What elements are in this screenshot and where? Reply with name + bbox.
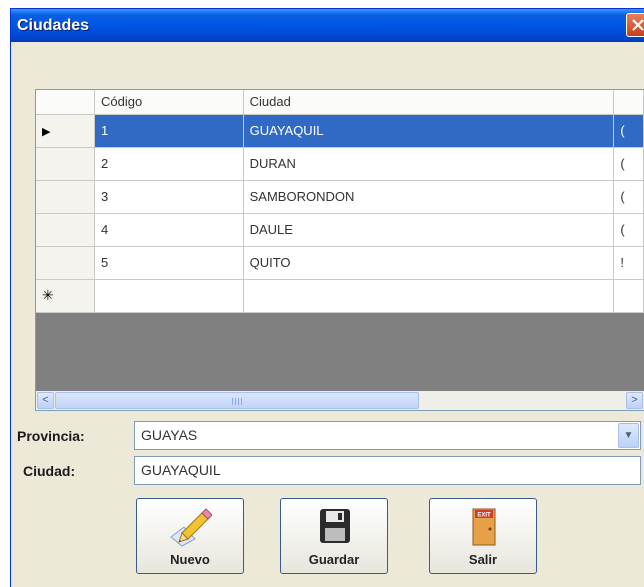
guardar-button[interactable]: Guardar bbox=[280, 498, 388, 574]
pencil-icon bbox=[170, 508, 212, 547]
cell-codigo[interactable]: 5 bbox=[94, 246, 244, 280]
scroll-right-icon: > bbox=[631, 394, 638, 406]
table-row[interactable]: 3 SAMBORONDON ( bbox=[36, 180, 644, 214]
cell-extra[interactable]: ( bbox=[613, 147, 644, 181]
table-row[interactable]: 4 DAULE ( bbox=[36, 213, 644, 247]
ciudad-label: Ciudad: bbox=[23, 463, 76, 479]
cell-codigo[interactable]: 1 bbox=[94, 114, 244, 148]
row-header[interactable] bbox=[36, 147, 96, 181]
dropdown-arrow-icon: ▼ bbox=[623, 430, 634, 441]
row-header[interactable]: ▶ bbox=[36, 114, 96, 148]
column-header-extra[interactable] bbox=[613, 90, 644, 115]
cell-extra[interactable]: ( bbox=[613, 180, 644, 214]
guardar-label: Guardar bbox=[308, 552, 360, 567]
row-header[interactable] bbox=[36, 213, 96, 247]
cell-extra[interactable]: ( bbox=[613, 213, 644, 247]
table-row[interactable]: 5 QUITO ! bbox=[36, 246, 644, 280]
table-row[interactable]: 2 DURAN ( bbox=[36, 147, 644, 181]
column-header-ciudad[interactable]: Ciudad bbox=[243, 90, 615, 115]
row-header[interactable] bbox=[36, 246, 96, 280]
cell-codigo[interactable]: 4 bbox=[94, 213, 244, 247]
scroll-thumb[interactable] bbox=[55, 392, 419, 409]
provincia-select[interactable]: GUAYAS ▼ bbox=[134, 421, 641, 450]
window-title: Ciudades bbox=[17, 17, 90, 34]
cell-extra[interactable]: ( bbox=[613, 114, 644, 148]
grid-corner-header bbox=[36, 90, 96, 115]
cell-extra-new[interactable] bbox=[613, 279, 644, 313]
horizontal-scrollbar[interactable]: < > bbox=[36, 391, 644, 410]
svg-text:EXIT: EXIT bbox=[477, 513, 491, 519]
row-pointer-icon: ▶ bbox=[42, 126, 51, 138]
nuevo-label: Nuevo bbox=[170, 552, 210, 567]
salir-button[interactable]: EXIT Salir bbox=[429, 498, 537, 574]
row-header[interactable] bbox=[36, 180, 96, 214]
table-row[interactable]: ▶ 1 GUAYAQUIL ( bbox=[36, 114, 644, 148]
cell-ciudad[interactable]: SAMBORONDON bbox=[243, 180, 615, 214]
title-bar[interactable]: Ciudades bbox=[11, 9, 644, 42]
salir-label: Salir bbox=[468, 552, 498, 567]
provincia-label: Provincia: bbox=[17, 428, 85, 444]
scroll-left-button[interactable]: < bbox=[37, 392, 54, 409]
nuevo-button[interactable]: Nuevo bbox=[136, 498, 244, 574]
ciudad-input[interactable]: GUAYAQUIL bbox=[134, 456, 641, 485]
cities-grid[interactable]: Código Ciudad ▶ 1 GUAYAQUIL ( 2 DURAN ( bbox=[35, 89, 644, 411]
floppy-disk-icon bbox=[320, 509, 350, 543]
close-icon bbox=[632, 19, 644, 31]
cell-ciudad[interactable]: GUAYAQUIL bbox=[243, 114, 615, 148]
cell-codigo-new[interactable] bbox=[94, 279, 244, 313]
new-row-icon: ✳ bbox=[42, 287, 54, 303]
cell-ciudad-new[interactable] bbox=[243, 279, 615, 313]
ciudad-value: GUAYAQUIL bbox=[141, 462, 221, 478]
scroll-grip bbox=[232, 398, 244, 405]
cell-ciudad[interactable]: DAULE bbox=[243, 213, 615, 247]
exit-door-icon: EXIT bbox=[472, 508, 496, 546]
cell-codigo[interactable]: 2 bbox=[94, 147, 244, 181]
ciudades-window: Ciudades Código Ciudad ▶ 1 GUAYAQUIL (2… bbox=[10, 8, 644, 587]
scroll-right-button[interactable]: > bbox=[626, 392, 643, 409]
new-row[interactable]: ✳ bbox=[36, 279, 644, 313]
cell-ciudad[interactable]: DURAN bbox=[243, 147, 615, 181]
scroll-left-icon: < bbox=[42, 394, 49, 406]
row-header[interactable]: ✳ bbox=[36, 279, 96, 313]
provincia-dropdown-button[interactable]: ▼ bbox=[618, 423, 639, 448]
grid-header-row: Código Ciudad bbox=[36, 90, 644, 115]
provincia-value: GUAYAS bbox=[141, 427, 198, 443]
column-header-codigo[interactable]: Código bbox=[94, 90, 244, 115]
cell-codigo[interactable]: 3 bbox=[94, 180, 244, 214]
close-button[interactable] bbox=[626, 13, 644, 37]
cell-ciudad[interactable]: QUITO bbox=[243, 246, 615, 280]
cell-extra[interactable]: ! bbox=[613, 246, 644, 280]
